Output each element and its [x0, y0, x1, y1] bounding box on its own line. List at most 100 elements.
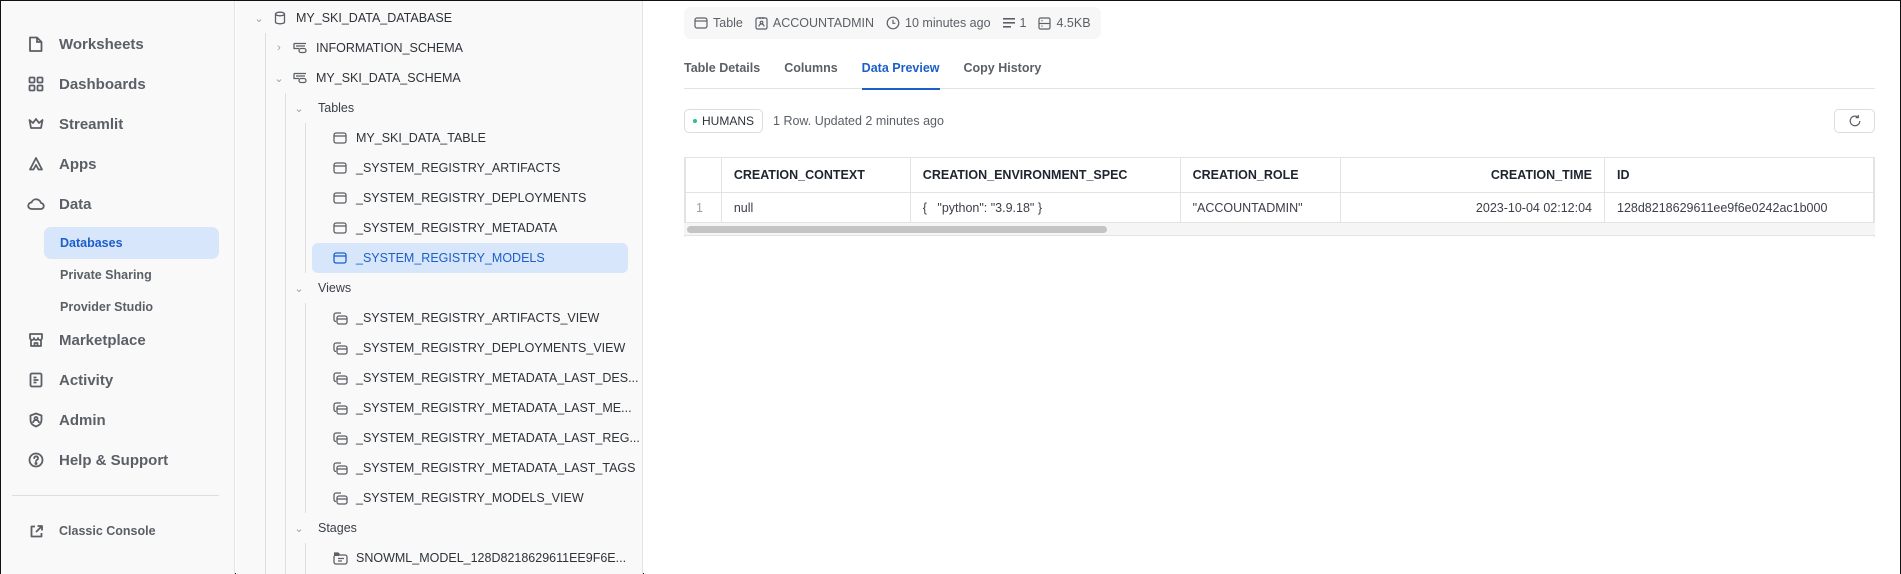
tree-database[interactable]: ⌄ MY_SKI_DATA_DATABASE — [252, 4, 452, 32]
nav-item-dashboards[interactable]: Dashboards — [27, 69, 146, 99]
column-header[interactable]: ID — [1604, 157, 1874, 193]
table-cell[interactable]: 2023-10-04 02:12:04 — [1339, 192, 1606, 223]
meta-owner: ACCOUNTADMIN — [755, 16, 874, 30]
table-icon — [332, 191, 348, 205]
nav-sub-provider-studio[interactable]: Provider Studio — [44, 291, 219, 323]
tree-view-item[interactable]: _SYSTEM_REGISTRY_DEPLOYMENTS_VIEW — [312, 334, 625, 362]
meta-created: 10 minutes ago — [886, 16, 991, 30]
table-cell[interactable]: 128d8218629611ee9f6e0242ac1b000 — [1604, 192, 1874, 223]
chevron-down-icon[interactable]: ⌄ — [292, 102, 306, 115]
table-icon — [332, 131, 348, 145]
schema-name: INFORMATION_SCHEMA — [316, 41, 463, 55]
nav-label: Worksheets — [59, 35, 144, 53]
tab-columns[interactable]: Columns — [784, 57, 837, 89]
column-header[interactable]: CREATION_ROLE — [1179, 157, 1341, 193]
table-cell[interactable]: null — [720, 192, 911, 223]
activity-icon — [27, 371, 45, 389]
tab-table-details[interactable]: Table Details — [684, 57, 760, 89]
row-number: 1 — [685, 192, 722, 223]
tree-view-item[interactable]: _SYSTEM_REGISTRY_METADATA_LAST_REG... — [312, 424, 640, 452]
warehouse-selector[interactable]: HUMANS — [684, 109, 764, 133]
tree-table-item-label: MY_SKI_DATA_TABLE — [356, 131, 486, 145]
owner-badge-icon — [755, 17, 768, 30]
nav-item-data[interactable]: Data — [27, 189, 92, 219]
tree-group-views[interactable]: ⌄ Views — [292, 274, 351, 302]
grid-icon — [27, 75, 45, 93]
nav-item-streamlit[interactable]: Streamlit — [27, 109, 123, 139]
classic-console-link[interactable]: Classic Console — [27, 518, 156, 544]
horizontal-scrollbar[interactable] — [684, 222, 1875, 236]
table-icon — [332, 251, 348, 265]
tree-guide-line — [285, 93, 286, 574]
tree-table-item[interactable]: _SYSTEM_REGISTRY_DEPLOYMENTS — [312, 184, 586, 212]
tree-group-stages[interactable]: ⌄ Stages — [292, 514, 357, 542]
help-icon — [27, 451, 45, 469]
tree-view-item[interactable]: _SYSTEM_REGISTRY_ARTIFACTS_VIEW — [312, 304, 599, 332]
tree-view-item[interactable]: _SYSTEM_REGISTRY_METADATA_LAST_TAGS — [312, 454, 635, 482]
meta-size-value: 4.5KB — [1056, 16, 1091, 30]
nav-item-apps[interactable]: Apps — [27, 149, 97, 179]
store-icon — [27, 331, 45, 349]
chevron-down-icon[interactable]: ⌄ — [292, 522, 306, 535]
nav-label: Admin — [59, 411, 106, 429]
storage-icon — [1038, 16, 1052, 30]
view-icon — [332, 431, 348, 445]
tree-stage-item[interactable]: SNOWML_MODEL_128D8218629611EE9F6E... — [312, 544, 626, 572]
group-label: Views — [318, 281, 352, 295]
tree-view-item[interactable]: _SYSTEM_REGISTRY_METADATA_LAST_DES... — [312, 364, 639, 392]
tab-data-preview[interactable]: Data Preview — [861, 57, 940, 90]
clock-icon — [886, 16, 900, 30]
table-icon — [332, 161, 348, 175]
table-cell[interactable]: "ACCOUNTADMIN" — [1179, 192, 1341, 223]
nav-item-help[interactable]: Help & Support — [27, 445, 168, 475]
tree-table-item[interactable]: _SYSTEM_REGISTRY_METADATA — [312, 214, 557, 242]
nav-sub-private-sharing[interactable]: Private Sharing — [44, 259, 219, 291]
column-header[interactable]: CREATION_CONTEXT — [720, 157, 911, 193]
tree-view-item[interactable]: _SYSTEM_REGISTRY_METADATA_LAST_ME... — [312, 394, 632, 422]
nav-label: Dashboards — [59, 75, 146, 93]
tree-view-item[interactable]: _SYSTEM_REGISTRY_MODELS_VIEW — [312, 484, 584, 512]
tree-view-item-label: _SYSTEM_REGISTRY_METADATA_LAST_DES... — [356, 371, 639, 385]
apps-icon — [27, 155, 45, 173]
main-navigation: Worksheets Dashboards Streamlit Apps Dat… — [1, 1, 235, 574]
chevron-down-icon[interactable]: ⌄ — [292, 282, 306, 295]
column-header[interactable]: CREATION_ENVIRONMENT_SPEC — [909, 157, 1181, 193]
meta-created-value: 10 minutes ago — [905, 16, 991, 30]
column-header[interactable]: CREATION_TIME — [1339, 157, 1606, 193]
scrollbar-thumb[interactable] — [687, 226, 1107, 233]
table-cell[interactable]: { "python": "3.9.18" } — [909, 192, 1181, 223]
tree-table-item[interactable]: _SYSTEM_REGISTRY_ARTIFACTS — [312, 154, 560, 182]
nav-label: Data — [59, 195, 92, 213]
refresh-button[interactable] — [1834, 109, 1875, 133]
tree-table-item-label: _SYSTEM_REGISTRY_ARTIFACTS — [356, 161, 561, 175]
meta-owner-value: ACCOUNTADMIN — [772, 16, 875, 30]
tree-table-item[interactable]: MY_SKI_DATA_TABLE — [312, 124, 486, 152]
nav-item-admin[interactable]: Admin — [27, 405, 106, 435]
view-icon — [332, 311, 348, 325]
nav-item-marketplace[interactable]: Marketplace — [27, 325, 146, 355]
chevron-down-icon[interactable]: ⌄ — [272, 72, 286, 85]
chevron-right-icon[interactable]: › — [272, 42, 286, 54]
tree-schema[interactable]: ⌄ MY_SKI_DATA_SCHEMA — [272, 64, 461, 92]
schema-name: MY_SKI_DATA_SCHEMA — [316, 71, 461, 85]
tree-table-item[interactable]: _SYSTEM_REGISTRY_MODELS — [312, 243, 628, 273]
table-icon — [694, 17, 708, 29]
nav-item-activity[interactable]: Activity — [27, 365, 113, 395]
tree-view-item-label: _SYSTEM_REGISTRY_MODELS_VIEW — [356, 491, 584, 505]
object-explorer-tree: ⌄ MY_SKI_DATA_DATABASE › INFORMATION_SCH… — [236, 1, 643, 574]
view-icon — [332, 341, 348, 355]
chevron-down-icon[interactable]: ⌄ — [252, 12, 266, 25]
meta-type-value: Table — [713, 16, 743, 30]
warehouse-status-dot — [693, 119, 697, 123]
view-icon — [332, 371, 348, 385]
view-icon — [332, 461, 348, 475]
schema-icon — [292, 71, 308, 85]
nav-sub-databases[interactable]: Databases — [44, 227, 219, 259]
nav-item-worksheets[interactable]: Worksheets — [27, 29, 144, 59]
group-label: Stages — [318, 521, 357, 535]
tree-schema[interactable]: › INFORMATION_SCHEMA — [272, 34, 463, 62]
row-number-header — [685, 157, 722, 193]
tree-guide-line — [305, 543, 306, 574]
tree-group-tables[interactable]: ⌄ Tables — [292, 94, 354, 122]
tab-copy-history[interactable]: Copy History — [964, 57, 1042, 89]
